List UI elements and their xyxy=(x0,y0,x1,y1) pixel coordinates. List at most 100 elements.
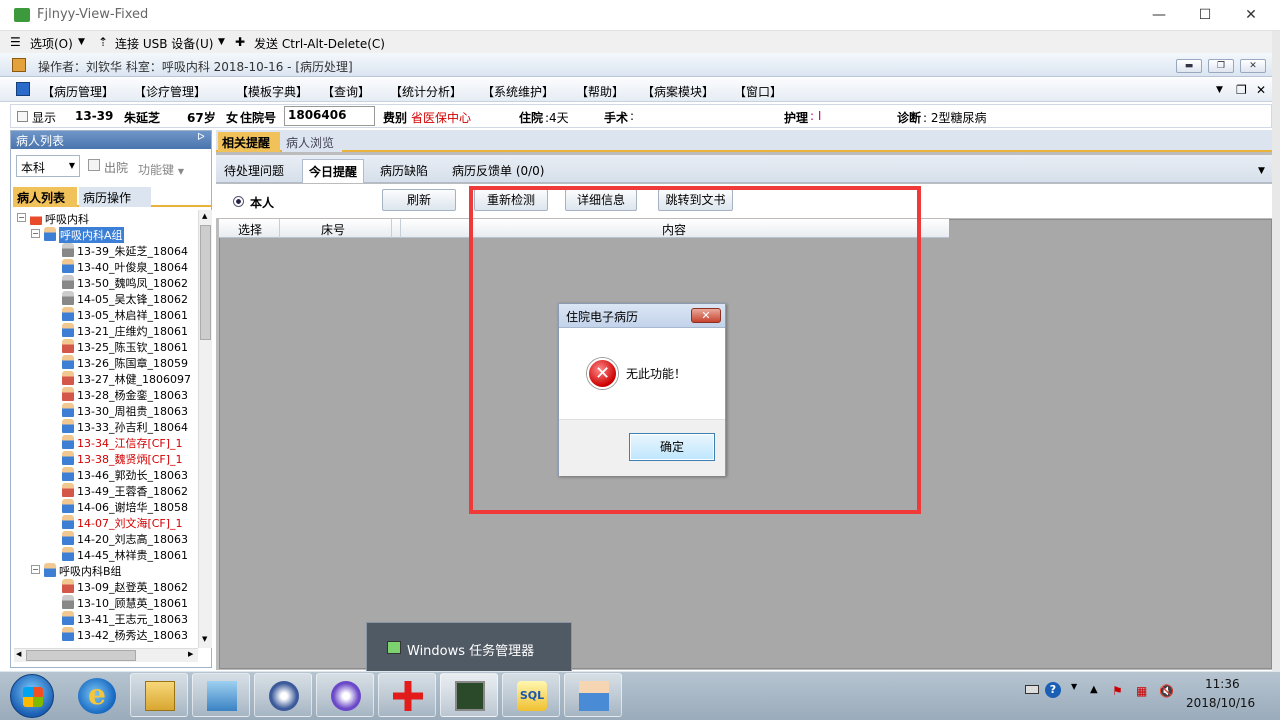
clock-date[interactable]: 2018/10/16 xyxy=(1186,696,1255,710)
mdi-minimize-button[interactable]: ▬ xyxy=(1176,59,1202,73)
tree-patient-item[interactable]: 14-20_刘志高_18063 xyxy=(14,530,198,546)
tree-patient-item[interactable]: 13-21_庄维灼_18061 xyxy=(14,322,198,338)
chevron-down-icon[interactable]: ▼ xyxy=(1216,85,1223,95)
taskbar-app-3[interactable] xyxy=(316,673,374,717)
tab-patient-list[interactable]: 病人列表 xyxy=(13,187,77,207)
tree-group[interactable]: − 呼吸内科B组 xyxy=(14,562,198,578)
pin-icon[interactable]: ᐅ xyxy=(197,132,205,143)
usb-menu[interactable]: 连接 USB 设备(U) xyxy=(115,35,213,52)
scroll-thumb[interactable] xyxy=(26,650,136,661)
menu-window[interactable]: 【窗口】 xyxy=(734,83,782,100)
menu-templates[interactable]: 【模板字典】 xyxy=(236,83,308,100)
tree-horizontal-scrollbar[interactable]: ◀ ▶ xyxy=(14,648,198,662)
clock-time[interactable]: 11:36 xyxy=(1205,677,1240,691)
tree-patient-item[interactable]: 14-45_林祥贵_18061 xyxy=(14,546,198,562)
menu-statistics[interactable]: 【统计分析】 xyxy=(390,83,462,100)
discharge-checkbox[interactable] xyxy=(88,159,100,171)
tree-patient-item[interactable]: 13-10_顾慧英_18061 xyxy=(14,594,198,610)
department-combo[interactable]: 本科 ▼ xyxy=(16,155,80,177)
minimize-button[interactable]: — xyxy=(1136,0,1182,31)
tree-patient-item[interactable]: 13-26_陈国章_18059 xyxy=(14,354,198,370)
taskbar-app-7[interactable] xyxy=(564,673,622,717)
menu-query[interactable]: 【查询】 xyxy=(322,83,370,100)
tree-patient-item[interactable]: 13-41_王志元_18063 xyxy=(14,610,198,626)
tab-feedback[interactable]: 病历反馈单 (0/0) xyxy=(446,159,551,183)
mdi-restore-icon[interactable]: ❐ xyxy=(1236,83,1247,97)
tree-patient-item[interactable]: 13-34_江信存[CF]_1 xyxy=(14,434,198,450)
taskbar-explorer[interactable] xyxy=(130,673,188,717)
menu-records[interactable]: 【病历管理】 xyxy=(42,83,114,100)
tree-patient-item[interactable]: 14-05_吴太锋_18062 xyxy=(14,290,198,306)
volume-muted-icon[interactable]: 🔇 xyxy=(1159,684,1174,698)
tab-record-defects[interactable]: 病历缺陷 xyxy=(374,159,434,183)
self-radio[interactable] xyxy=(233,196,244,207)
chevron-down-icon[interactable]: ▼ xyxy=(1071,682,1077,691)
column-select[interactable]: 选择 xyxy=(238,221,262,238)
flag-alert-icon[interactable]: ⚑ xyxy=(1112,684,1123,698)
dialog-close-button[interactable]: ✕ xyxy=(691,308,721,323)
show-checkbox[interactable] xyxy=(17,111,28,122)
mdi-close-icon[interactable]: ✕ xyxy=(1256,83,1266,97)
tree-patient-item[interactable]: 13-39_朱延芝_18064 xyxy=(14,242,198,258)
tree-group[interactable]: − 呼吸内科A组 xyxy=(14,226,198,243)
chevron-down-icon[interactable]: ▼ xyxy=(218,37,225,47)
tree-patient-item[interactable]: 13-25_陈玉钦_18061 xyxy=(14,338,198,354)
show-hidden-icons[interactable]: ▲ xyxy=(1090,684,1098,695)
menu-case[interactable]: 【病案模块】 xyxy=(642,83,714,100)
menu-system[interactable]: 【系统维护】 xyxy=(482,83,554,100)
tab-record-ops[interactable]: 病历操作 xyxy=(79,187,151,207)
hamburger-icon[interactable]: ☰ xyxy=(10,35,21,49)
tree-patient-item[interactable]: 13-46_郭劲长_18063 xyxy=(14,466,198,482)
scroll-up-icon[interactable]: ▲ xyxy=(202,212,207,220)
options-menu[interactable]: 选项(O) xyxy=(30,35,73,52)
keyboard-icon[interactable] xyxy=(1025,685,1039,694)
admission-number-field[interactable]: 1806406 xyxy=(284,106,375,126)
tree-department[interactable]: − 呼吸内科 xyxy=(14,210,198,226)
network-alert-icon[interactable]: ▦ xyxy=(1136,684,1147,698)
scroll-down-icon[interactable]: ▼ xyxy=(202,635,207,643)
taskbar-app-1[interactable] xyxy=(192,673,250,717)
help-icon[interactable]: ? xyxy=(1045,682,1061,698)
tree-patient-item[interactable]: 13-38_魏贤炳[CF]_1 xyxy=(14,450,198,466)
tree-patient-item[interactable]: 13-49_王蓉香_18062 xyxy=(14,482,198,498)
taskbar-app-4[interactable] xyxy=(378,673,436,717)
tab-pending-issues[interactable]: 待处理问题 xyxy=(218,159,290,183)
collapse-icon[interactable]: − xyxy=(31,229,40,238)
refresh-button[interactable]: 刷新 xyxy=(382,189,456,211)
scroll-right-icon[interactable]: ▶ xyxy=(188,650,193,658)
chevron-down-icon[interactable]: ▼ xyxy=(78,37,85,47)
tree-patient-item[interactable]: 13-42_杨秀达_18063 xyxy=(14,626,198,642)
tab-today-reminder[interactable]: 今日提醒 xyxy=(302,159,365,183)
tree-patient-item[interactable]: 13-30_周祖贵_18063 xyxy=(14,402,198,418)
tree-patient-item[interactable]: 13-33_孙吉利_18064 xyxy=(14,418,198,434)
tab-patient-browse[interactable]: 病人浏览 xyxy=(282,132,342,152)
maximize-button[interactable]: ☐ xyxy=(1182,0,1228,31)
function-key-button[interactable]: 功能键 ▼ xyxy=(138,161,184,178)
menu-diagnosis[interactable]: 【诊疗管理】 xyxy=(134,83,206,100)
scroll-left-icon[interactable]: ◀ xyxy=(16,650,21,658)
taskbar-app-6[interactable]: SQL xyxy=(502,673,560,717)
task-manager-popup[interactable]: Windows 任务管理器 xyxy=(366,622,572,672)
tree-patient-item[interactable]: 14-06_谢培华_18058 xyxy=(14,498,198,514)
mdi-restore-button[interactable]: ❐ xyxy=(1208,59,1234,73)
mdi-close-button[interactable]: ✕ xyxy=(1240,59,1266,73)
tree-patient-item[interactable]: 14-07_刘文海[CF]_1 xyxy=(14,514,198,530)
dialog-ok-button[interactable]: 确定 xyxy=(629,433,715,461)
column-bed[interactable]: 床号 xyxy=(321,221,345,238)
menu-help[interactable]: 【帮助】 xyxy=(576,83,624,100)
ie-icon[interactable]: e xyxy=(78,678,116,714)
app-menu-icon[interactable] xyxy=(16,82,30,96)
collapse-icon[interactable]: − xyxy=(31,565,40,574)
tree-patient-item[interactable]: 13-09_赵登英_18062 xyxy=(14,578,198,594)
collapse-icon[interactable]: − xyxy=(17,213,26,222)
taskbar-app-5[interactable] xyxy=(440,673,498,717)
tree-patient-item[interactable]: 13-40_叶俊泉_18064 xyxy=(14,258,198,274)
scroll-thumb[interactable] xyxy=(200,225,211,340)
send-cad-button[interactable]: 发送 Ctrl-Alt-Delete(C) xyxy=(254,35,385,52)
tree-patient-item[interactable]: 13-50_魏鸣凤_18062 xyxy=(14,274,198,290)
tree-patient-item[interactable]: 13-05_林启祥_18061 xyxy=(14,306,198,322)
taskbar-app-2[interactable] xyxy=(254,673,312,717)
close-button[interactable]: ✕ xyxy=(1228,0,1274,31)
tree-patient-item[interactable]: 13-28_杨金銮_18063 xyxy=(14,386,198,402)
tree-vertical-scrollbar[interactable]: ▲ ▼ xyxy=(198,210,212,648)
